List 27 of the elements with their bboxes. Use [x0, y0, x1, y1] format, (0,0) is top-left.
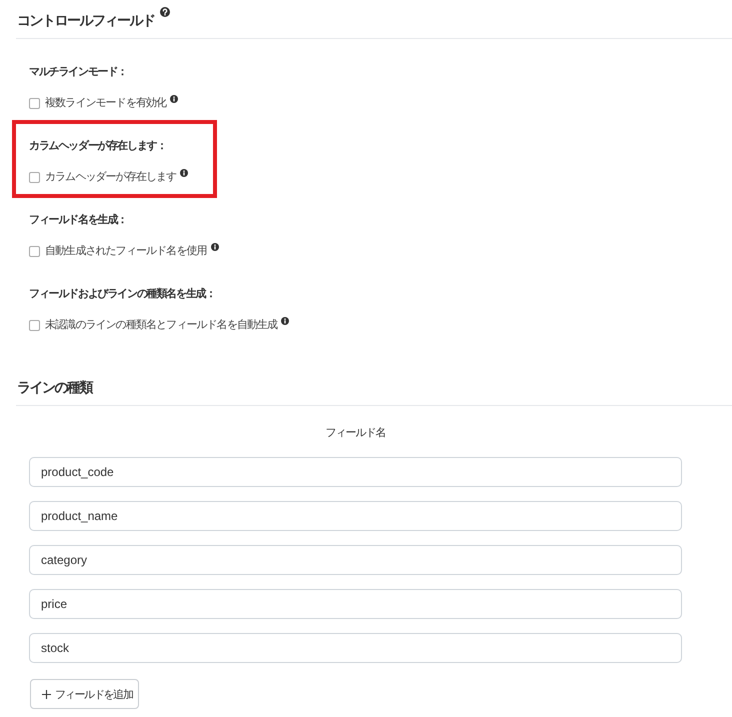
info-icon[interactable]: [170, 95, 178, 103]
section-title: ラインの種類: [17, 378, 92, 397]
checkbox-label[interactable]: カラムヘッダーが存在します: [45, 168, 176, 186]
checkbox[interactable]: [29, 320, 40, 330]
info-icon[interactable]: [210, 243, 219, 251]
add-field-button[interactable]: フィールドを追加: [30, 679, 139, 709]
field-name-input[interactable]: stock: [29, 633, 682, 663]
checkbox[interactable]: [29, 98, 40, 108]
option-heading: フィールド名を生成：: [29, 212, 128, 228]
option-heading: カラムヘッダーが存在します：: [29, 138, 168, 154]
info-icon[interactable]: [180, 169, 188, 177]
checkbox-label[interactable]: 未認識のラインの種類名とフィールド名を自動生成: [45, 316, 278, 334]
checkbox[interactable]: [29, 246, 40, 256]
field-name-input[interactable]: price: [29, 589, 682, 619]
info-icon[interactable]: [281, 317, 290, 325]
option-heading: マルチラインモード：: [29, 65, 128, 80]
field-name-input[interactable]: product_name: [29, 501, 682, 531]
checkbox-label[interactable]: 複数ラインモードを有効化: [45, 94, 166, 112]
checkbox-label[interactable]: 自動生成されたフィールド名を使用: [45, 242, 207, 260]
checkbox[interactable]: [29, 172, 40, 182]
section-title: コントロールフィールド: [17, 11, 154, 30]
option-heading: フィールドおよびラインの種類名を生成：: [29, 286, 216, 302]
field-name-input[interactable]: category: [29, 545, 682, 575]
plus-icon: [42, 690, 51, 698]
help-icon[interactable]: [160, 7, 170, 17]
field-name-input[interactable]: product_code: [29, 457, 682, 487]
column-header: フィールド名: [326, 426, 386, 441]
